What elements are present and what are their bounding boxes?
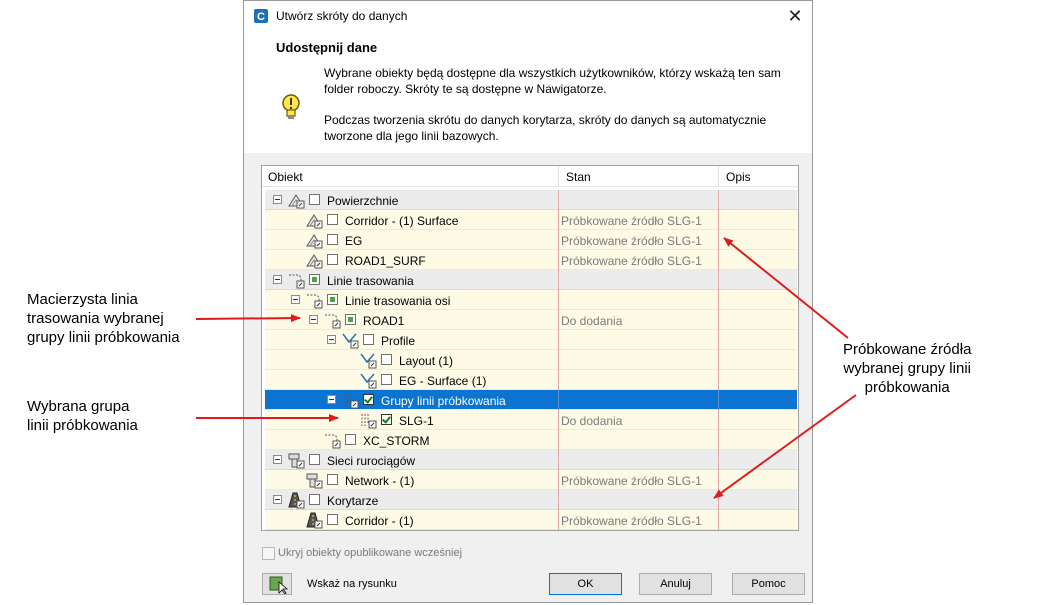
- arrow-to-sampled-corridor: [713, 394, 857, 499]
- arrow-to-sampled-surfaces: [723, 237, 849, 339]
- arrow-to-road1: [195, 314, 301, 323]
- annotation-arrows: [195, 237, 857, 499]
